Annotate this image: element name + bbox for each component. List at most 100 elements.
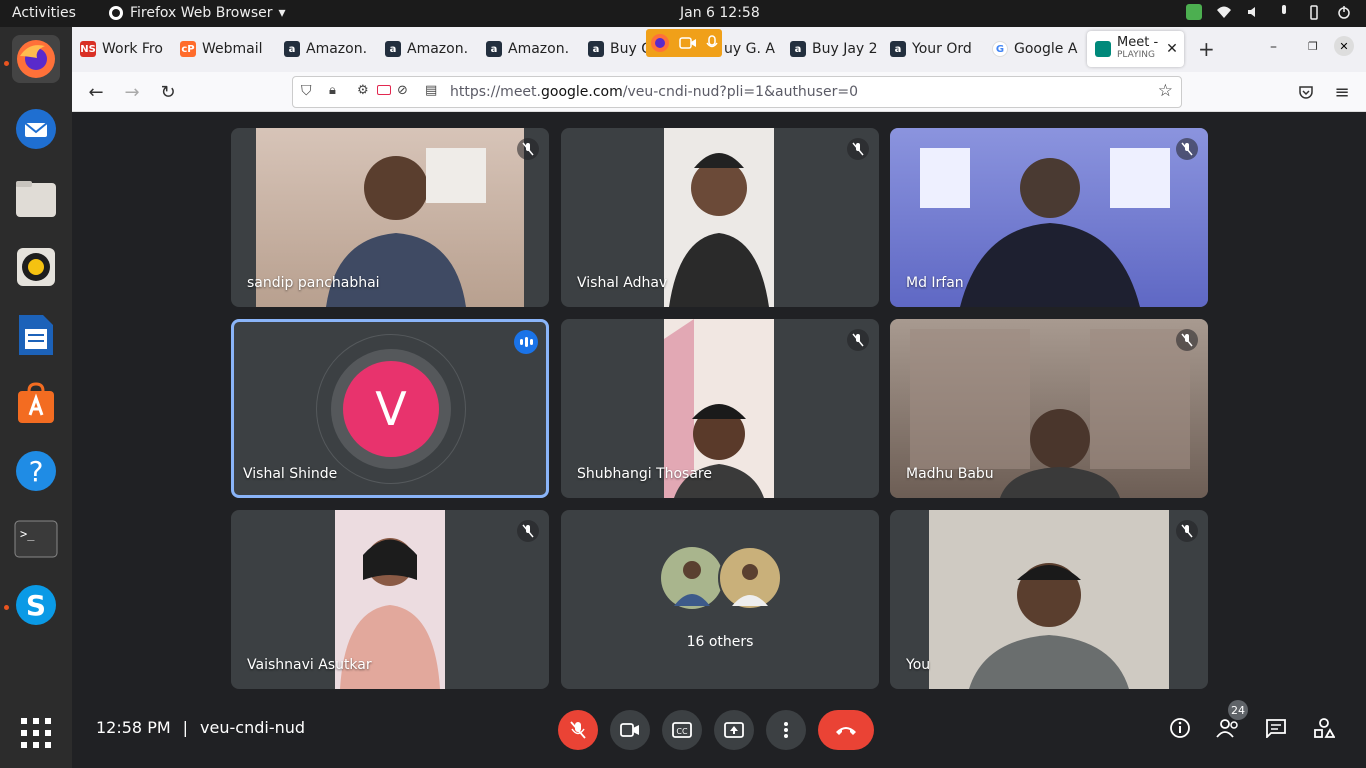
tab-label: Work Fro xyxy=(102,41,163,57)
back-button[interactable]: ← xyxy=(84,80,108,104)
participant-name: Vaishnavi Asutkar xyxy=(247,657,372,673)
activities-button[interactable] xyxy=(1312,716,1336,740)
thunderbird-icon[interactable] xyxy=(12,105,60,153)
rhythmbox-icon[interactable] xyxy=(12,243,60,291)
mic-toggle-button[interactable] xyxy=(558,710,598,750)
tab-buy-ga[interactable]: uy G. A xyxy=(724,37,788,61)
sharing-indicator[interactable] xyxy=(646,29,722,57)
tab-buy-jay[interactable]: a Buy Jay 2 xyxy=(790,37,882,61)
maximize-button[interactable]: ❐ xyxy=(1308,40,1318,53)
reader-icon[interactable]: ▤ xyxy=(425,83,437,98)
participant-name: You xyxy=(906,657,931,673)
tab-favicon: a xyxy=(284,41,300,57)
participant-tile[interactable]: Vishal Adhav xyxy=(561,128,879,307)
camera-toggle-button[interactable] xyxy=(610,710,650,750)
system-tray[interactable] xyxy=(1186,4,1352,20)
autoplay-blocked-icon[interactable]: ⊘ xyxy=(397,83,408,98)
tab-amazon-3[interactable]: a Amazon. xyxy=(486,37,578,61)
tab-amazon-2[interactable]: a Amazon. xyxy=(385,37,477,61)
muted-mic-icon xyxy=(1176,329,1198,351)
people-icon xyxy=(1216,719,1238,738)
battery-icon xyxy=(1306,4,1322,20)
files-icon[interactable] xyxy=(12,175,60,223)
firefox-icon[interactable] xyxy=(12,35,60,83)
close-window-button[interactable]: ✕ xyxy=(1334,36,1354,56)
skype-icon[interactable]: S xyxy=(12,581,60,629)
lock-icon[interactable]: 🔒︎ xyxy=(329,83,336,98)
power-icon xyxy=(1336,4,1352,20)
shield-icon[interactable]: ⛉ xyxy=(301,83,312,99)
app-menu[interactable]: Firefox Web Browser ▾ xyxy=(108,5,286,21)
shapes-icon xyxy=(1314,718,1335,738)
muted-mic-icon xyxy=(847,329,869,351)
tab-label: Amazon. xyxy=(508,41,570,57)
tab-label: Your Ord xyxy=(912,41,972,57)
camera-share-icon xyxy=(679,37,696,49)
tab-label: Buy G xyxy=(610,41,648,57)
muted-mic-icon xyxy=(847,138,869,160)
url-path: /veu-cndi-nud?pli=1&authuser=0 xyxy=(622,84,858,100)
self-tile[interactable]: You xyxy=(890,510,1208,689)
meeting-details-button[interactable] xyxy=(1168,716,1192,740)
meeting-code[interactable]: veu-cndi-nud xyxy=(200,718,305,737)
url-bar[interactable]: ⛉ 🔒︎ ⚙ ⊘ ▤ https://meet.google.com/veu-c… xyxy=(292,76,1182,108)
microphone-icon xyxy=(1276,4,1292,20)
new-tab-button[interactable]: + xyxy=(1198,37,1215,61)
running-indicator xyxy=(4,605,9,610)
participant-tile[interactable]: Madhu Babu xyxy=(890,319,1208,498)
meet-control-bar: 12:58 PM | veu-cndi-nud CC 24 xyxy=(72,688,1366,768)
forward-button[interactable]: → xyxy=(120,80,144,104)
volume-icon xyxy=(1246,4,1262,20)
leave-call-button[interactable] xyxy=(818,710,874,750)
tab-google[interactable]: G Google A xyxy=(992,37,1082,61)
participant-tile[interactable]: sandip panchabhai xyxy=(231,128,549,307)
captions-button[interactable]: CC xyxy=(662,710,702,750)
tab-playing-label: PLAYING xyxy=(1117,50,1155,60)
tab-favicon: a xyxy=(790,41,806,57)
writer-icon[interactable] xyxy=(12,311,60,359)
tab-favicon: a xyxy=(385,41,401,57)
tab-work[interactable]: NS Work Fro xyxy=(80,37,172,61)
others-tile[interactable]: 16 others xyxy=(561,510,879,689)
tab-label: Google A xyxy=(1014,41,1078,57)
tab-webmail[interactable]: cP Webmail xyxy=(180,37,272,61)
tab-label: Meet - xyxy=(1117,35,1159,50)
chevron-down-icon: ▾ xyxy=(278,5,286,21)
hamburger-menu-icon[interactable]: ≡ xyxy=(1330,80,1354,104)
close-tab-icon[interactable]: ✕ xyxy=(1166,41,1178,57)
reload-button[interactable]: ↻ xyxy=(156,80,180,104)
tab-your-order[interactable]: a Your Ord xyxy=(890,37,982,61)
present-icon xyxy=(724,722,744,738)
system-top-bar: Activities Firefox Web Browser ▾ Jan 6 1… xyxy=(0,0,1366,27)
minimize-button[interactable]: – xyxy=(1270,39,1277,55)
participant-tile[interactable]: Vaishnavi Asutkar xyxy=(231,510,549,689)
muted-mic-icon xyxy=(1176,138,1198,160)
tab-meet-active[interactable]: Meet - PLAYING ✕ xyxy=(1087,31,1184,67)
activities-button[interactable]: Activities xyxy=(12,5,76,21)
url-text[interactable]: https://meet.google.com/veu-cndi-nud?pli… xyxy=(450,84,858,100)
participant-tile-speaking[interactable]: V Vishal Shinde xyxy=(231,319,549,498)
pocket-icon[interactable] xyxy=(1294,80,1318,104)
help-icon[interactable]: ? xyxy=(12,447,60,495)
camera-permission-icon[interactable] xyxy=(377,85,391,95)
clock[interactable]: Jan 6 12:58 xyxy=(680,5,760,21)
tab-buy-g[interactable]: a Buy G xyxy=(588,37,648,61)
tab-favicon: NS xyxy=(80,41,96,57)
present-screen-button[interactable] xyxy=(714,710,754,750)
chat-button[interactable] xyxy=(1264,716,1288,740)
terminal-icon[interactable]: >_ xyxy=(12,515,60,563)
tab-amazon-1[interactable]: a Amazon. xyxy=(284,37,376,61)
svg-text:S: S xyxy=(26,589,46,622)
svg-text:>_: >_ xyxy=(20,527,35,541)
tab-label: uy G. A xyxy=(724,41,775,57)
permissions-icon[interactable]: ⚙ xyxy=(357,83,369,98)
tab-label: Webmail xyxy=(202,41,263,57)
more-options-button[interactable] xyxy=(766,710,806,750)
dock: ? >_ S xyxy=(0,27,72,768)
meet-favicon xyxy=(1095,41,1111,57)
bookmark-star-icon[interactable]: ☆ xyxy=(1158,81,1173,101)
participant-tile[interactable]: Shubhangi Thosare xyxy=(561,319,879,498)
software-icon[interactable] xyxy=(12,379,60,427)
app-grid-icon[interactable] xyxy=(12,709,60,757)
participant-tile[interactable]: Md Irfan xyxy=(890,128,1208,307)
